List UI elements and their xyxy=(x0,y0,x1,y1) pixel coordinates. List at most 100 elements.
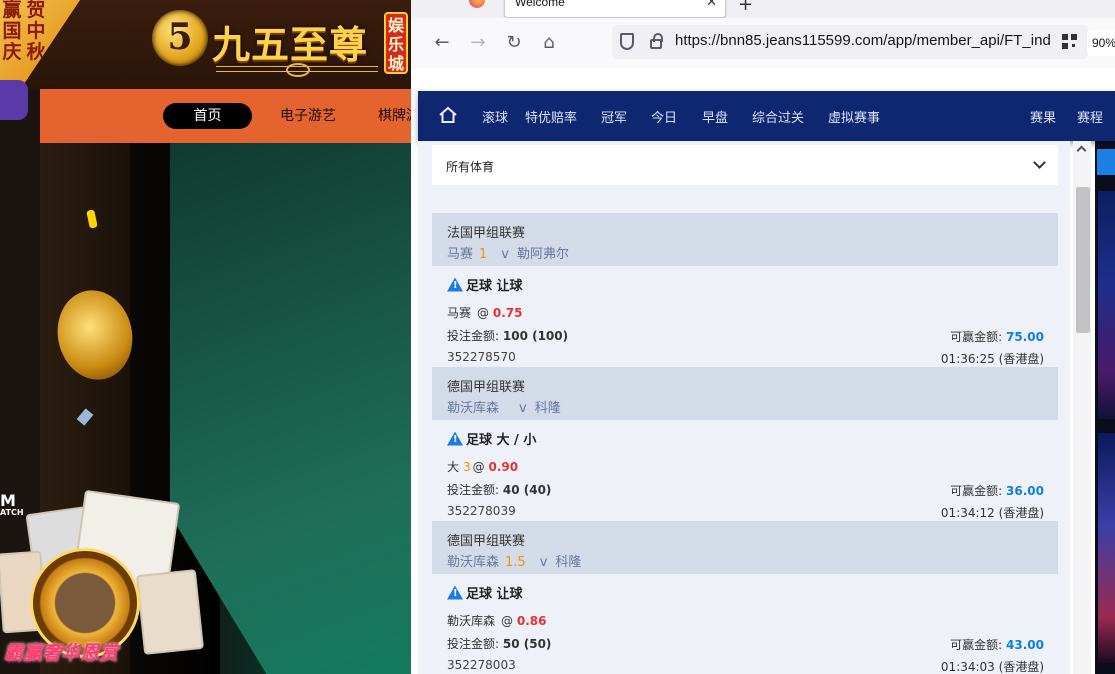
sport-filter-select[interactable]: 所有体育 xyxy=(432,145,1058,185)
nav-results[interactable]: 赛果 xyxy=(1030,107,1056,126)
bet-time: 01:34:03 (香港盘) xyxy=(940,660,1044,674)
badge-char: 娱 xyxy=(387,16,404,35)
stake-label: 投注金额: xyxy=(447,329,500,343)
bet-details: 足球 让球 勒沃库森@ 0.86 投注金额: 50 (50) 352278003… xyxy=(432,574,1058,674)
side-badge[interactable] xyxy=(0,80,28,120)
home-team: 勒沃库森 xyxy=(447,555,500,570)
stake-label: 投注金额: xyxy=(447,637,500,651)
home-team: 勒沃库森 xyxy=(447,401,500,416)
win-amount: 75.00 xyxy=(1006,330,1044,344)
promo-char: 贺 xyxy=(26,0,46,21)
bet-details: 足球 让球 马赛@ 0.75 投注金额: 100 (100) 352278570… xyxy=(432,266,1058,367)
casino-logo-text[interactable]: 九五至尊 xyxy=(212,14,368,69)
page-left-gutter xyxy=(411,68,418,674)
bet-type-label: 足球 让球 xyxy=(466,279,523,294)
sportsbook-nav: 滚球 特优赔率 冠军 今日 早盘 综合过关 虚拟赛事 赛果 赛程 xyxy=(418,91,1115,141)
casino-website: 赢贺国中庆秋 5 九五至尊 娱 乐 城 首页 电子游艺 棋牌游 M ATCH xyxy=(0,0,411,674)
side-ad-column xyxy=(1095,141,1115,674)
chat-icon[interactable] xyxy=(1097,149,1115,175)
handicap-value: 1.5 xyxy=(505,555,526,570)
qr-code-icon[interactable] xyxy=(1062,34,1077,49)
nav-live[interactable]: 滚球 xyxy=(482,107,508,126)
badge-char: 乐 xyxy=(387,35,404,54)
win-label: 可赢金额: xyxy=(950,484,1003,498)
nav-early[interactable]: 早盘 xyxy=(702,107,728,126)
tab-strip: Welcome ✕ + xyxy=(411,0,1115,18)
ad-banner[interactable] xyxy=(1098,191,1115,419)
bet-selection: 大 3 @ 0.90 xyxy=(447,458,1043,475)
firefox-icon[interactable] xyxy=(469,0,485,8)
casino-logo-emblem[interactable]: 5 xyxy=(152,10,208,66)
game-banner-text: 霸赢奢华恩赏 xyxy=(4,642,119,664)
zoom-level-button[interactable]: 90% xyxy=(1087,30,1115,56)
promo-char: 中 xyxy=(26,20,46,42)
stake-amount: 50 (50) xyxy=(502,637,552,651)
away-team: 勒阿弗尔 xyxy=(517,247,570,262)
warning-icon xyxy=(447,277,463,292)
odds-value: 0.75 xyxy=(492,306,523,320)
reload-button[interactable]: ↻ xyxy=(501,30,527,56)
warning-icon xyxy=(447,431,463,446)
browser-toolbar: ← → ↻ ⌂ https://bnn85.jeans115599.com/ap… xyxy=(411,18,1115,68)
bet-header: 法国甲组联赛 马赛 1 v 勒阿弗尔 xyxy=(432,213,1058,266)
home-button[interactable]: ⌂ xyxy=(536,30,562,56)
casino-nav-cards[interactable]: 棋牌游 xyxy=(378,103,411,129)
promo-char: 庆 xyxy=(2,41,22,63)
tab-title: Welcome xyxy=(515,0,565,9)
match-line: 勒沃库森 v 科隆 xyxy=(447,397,1043,416)
new-tab-button[interactable]: + xyxy=(738,0,753,15)
tab-welcome[interactable]: Welcome ✕ xyxy=(504,0,726,18)
selection-line: 3 xyxy=(463,460,471,474)
home-icon[interactable] xyxy=(438,105,458,125)
odds-value: 0.86 xyxy=(516,614,547,628)
casino-nav-home[interactable]: 首页 xyxy=(163,103,252,129)
handicap-value: 1 xyxy=(479,247,488,262)
chevron-down-icon[interactable] xyxy=(1033,156,1046,169)
win-row: 可赢金额: 36.00 xyxy=(950,482,1044,499)
ad-banner[interactable] xyxy=(1098,433,1115,663)
win-row: 可赢金额: 75.00 xyxy=(950,328,1044,345)
at-sign: @ xyxy=(501,614,514,628)
url-input[interactable]: https://bnn85.jeans115599.com/app/member… xyxy=(675,32,1055,49)
nav-schedule[interactable]: 赛程 xyxy=(1077,107,1103,126)
win-row: 可赢金额: 43.00 xyxy=(950,636,1044,653)
selection-name: 马赛 xyxy=(447,306,472,320)
warning-icon xyxy=(447,585,463,600)
bet-card[interactable]: 德国甲组联赛 勒沃库森 v 科隆 足球 大 / 小 大3@ 0.90 投注金额: 4… xyxy=(432,367,1058,521)
bet-card[interactable]: 德国甲组联赛 勒沃库森 1.5 v 科隆 足球 让球 勒沃库森 @ 0.86 投注金额:… xyxy=(432,521,1058,674)
lock-icon[interactable] xyxy=(650,33,663,49)
game-promo-art[interactable]: 霸赢奢华恩赏 xyxy=(0,489,210,674)
bet-card[interactable]: 法国甲组联赛 马赛 1v 勒阿弗尔 足球 让球 马赛 @ 0.75 投注金额: 100… xyxy=(432,213,1058,367)
bet-history-list: 所有体育 法国甲组联赛 马赛1v勒阿弗尔 足球 让球 马赛@ 0.75 投注金额… xyxy=(418,141,1070,674)
win-amount: 43.00 xyxy=(1006,638,1044,652)
stake-amount: 100 (100) xyxy=(502,329,569,343)
nav-today[interactable]: 今日 xyxy=(651,107,677,126)
bet-type-label: 足球 让球 xyxy=(466,587,523,602)
page-top-strip xyxy=(411,68,1115,91)
back-button[interactable]: ← xyxy=(429,30,455,56)
selection-name: 勒沃库森 xyxy=(447,614,496,628)
away-team: 科隆 xyxy=(555,555,582,570)
scrollbar-thumb[interactable] xyxy=(1076,187,1090,333)
bet-time: 01:36:25 (香港盘) xyxy=(940,352,1044,366)
nav-outright[interactable]: 冠军 xyxy=(601,107,627,126)
win-label: 可赢金额: xyxy=(950,330,1003,344)
nav-parlay[interactable]: 综合过关 xyxy=(752,107,804,126)
promo-char: 国 xyxy=(2,20,22,42)
nav-virtual[interactable]: 虚拟赛事 xyxy=(828,107,880,126)
close-icon[interactable]: ✕ xyxy=(706,0,717,10)
forward-button[interactable]: → xyxy=(465,30,491,56)
shield-icon[interactable] xyxy=(620,33,634,50)
casino-nav-slots[interactable]: 电子游艺 xyxy=(278,103,338,129)
address-bar[interactable]: https://bnn85.jeans115599.com/app/member… xyxy=(612,25,1088,59)
page-viewport: 滚球 特优赔率 冠军 今日 早盘 综合过关 虚拟赛事 赛果 赛程 所有体育 法国 xyxy=(411,68,1115,674)
filter-label: 所有体育 xyxy=(446,160,495,174)
page-scrollbar[interactable] xyxy=(1073,141,1091,674)
match-line: 勒沃库森 1.5 v 科隆 xyxy=(447,551,1043,570)
nav-special-odds[interactable]: 特优赔率 xyxy=(525,107,577,126)
casino-nav: 首页 电子游艺 棋牌游 xyxy=(40,89,411,143)
bet-type: 足球 大 / 小 xyxy=(447,429,1043,448)
logo-number: 5 xyxy=(167,16,193,58)
scroll-up-icon[interactable] xyxy=(1076,145,1087,156)
bet-time: 01:34:12 (香港盘) xyxy=(940,506,1044,520)
